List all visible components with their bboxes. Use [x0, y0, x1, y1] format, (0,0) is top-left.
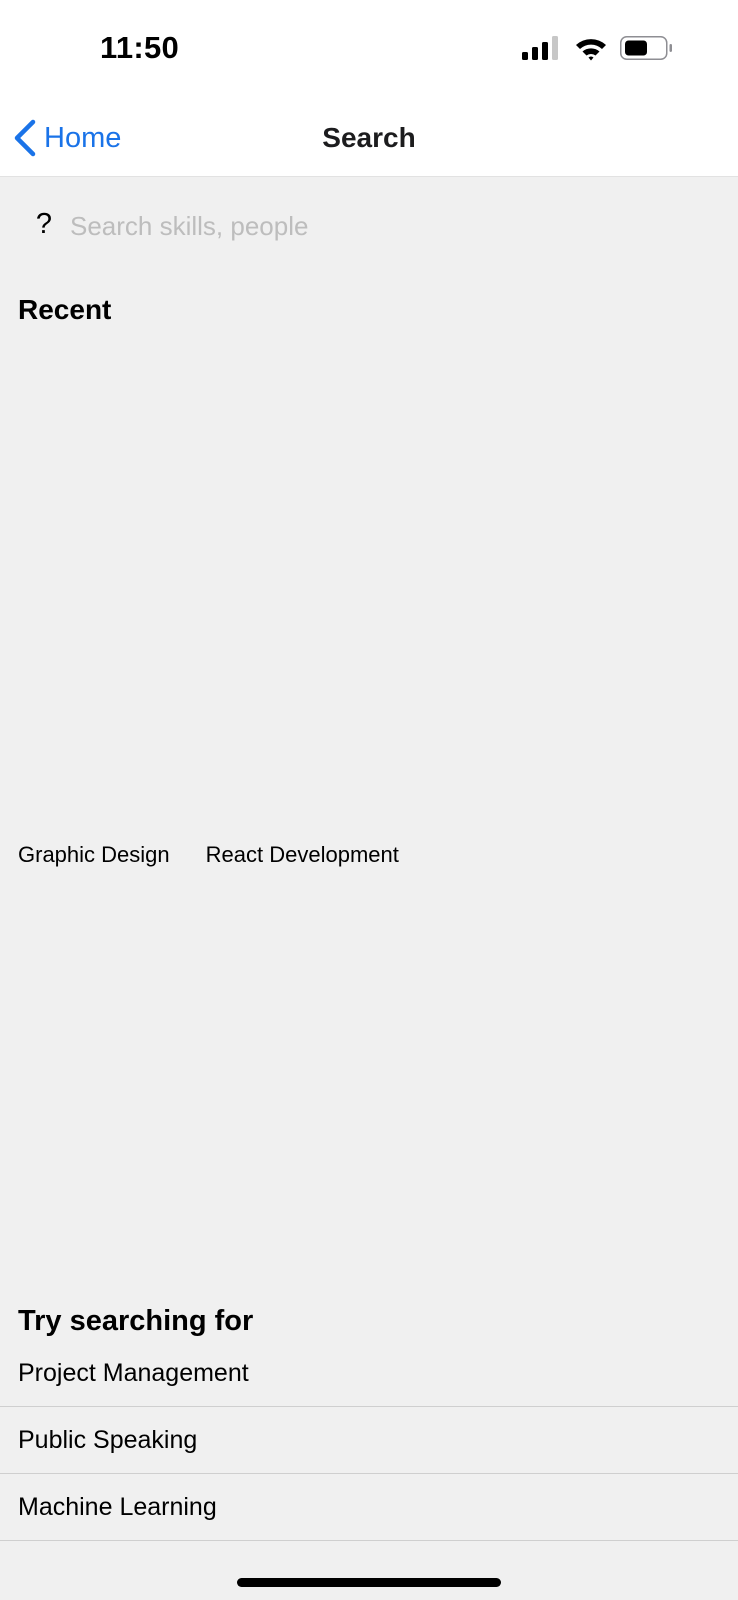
wifi-icon — [576, 39, 606, 61]
navigation-bar: Home Search — [0, 100, 738, 177]
search-input[interactable] — [70, 206, 710, 246]
suggestion-item[interactable]: Machine Learning — [0, 1474, 738, 1541]
status-bar: 11:50 — [0, 0, 738, 100]
battery-icon — [620, 36, 672, 60]
recent-search-item[interactable]: Graphic Design — [18, 842, 170, 868]
search-icon[interactable]: ? — [32, 208, 56, 241]
suggestions-heading: Try searching for — [18, 1305, 254, 1337]
page-title: Search — [322, 122, 416, 153]
recent-searches: Graphic Design React Development — [18, 842, 435, 868]
suggestion-item[interactable]: Public Speaking — [0, 1407, 738, 1474]
suggestion-item[interactable]: Project Management — [0, 1340, 738, 1407]
status-icons — [522, 34, 672, 64]
suggestions-list: Project Management Public Speaking Machi… — [0, 1340, 738, 1541]
signal-icon — [522, 36, 558, 60]
recent-heading: Recent — [18, 294, 112, 325]
status-time: 11:50 — [100, 30, 180, 65]
home-indicator[interactable] — [237, 1578, 501, 1587]
search-bar: ? — [0, 200, 738, 252]
recent-search-item[interactable]: React Development — [206, 842, 399, 868]
